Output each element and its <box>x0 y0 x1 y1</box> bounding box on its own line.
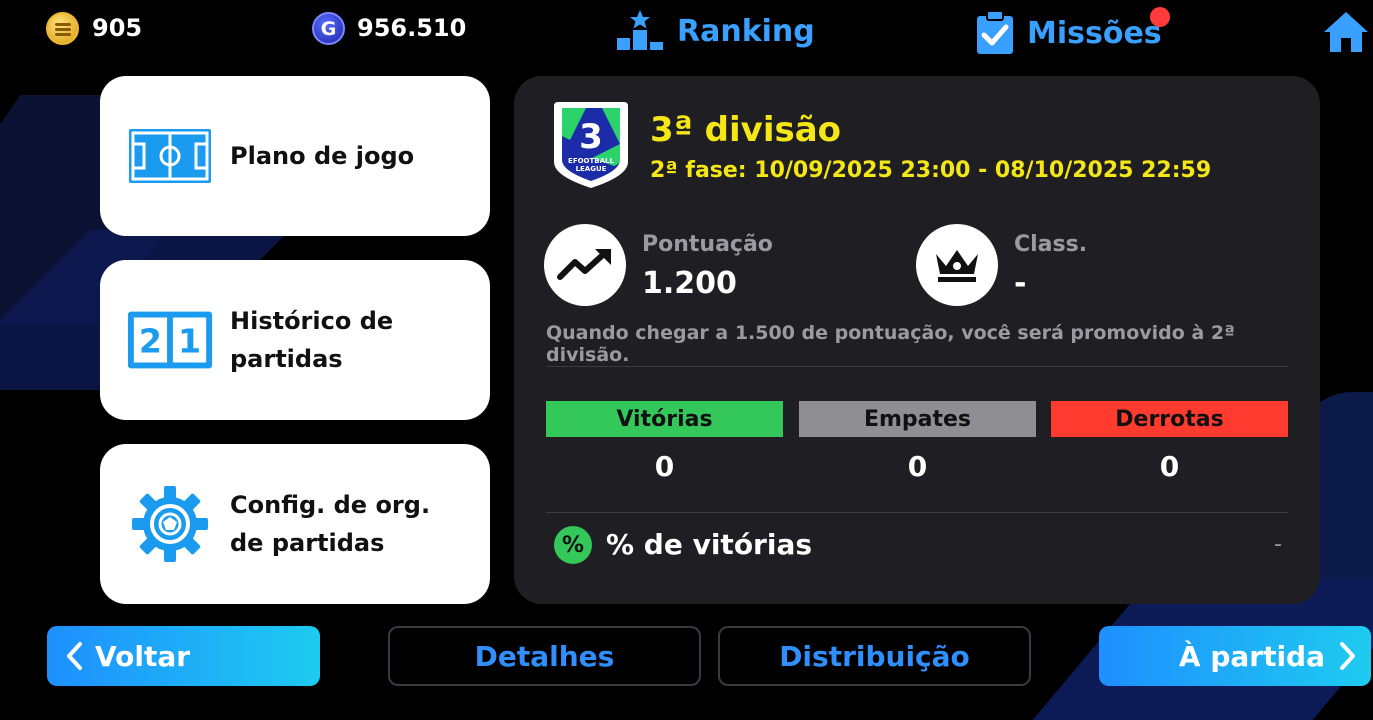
score-value: 1.200 <box>642 266 737 301</box>
win-rate-label: % de vitórias <box>606 528 813 561</box>
ranking-label: Ranking <box>677 13 815 49</box>
missions-label: Missões <box>1027 15 1162 51</box>
menu-item-label: Config. de org. de partidas <box>230 491 431 557</box>
scoreboard-icon: 2 1 <box>126 300 214 380</box>
division-phase: 2ª fase: 10/09/2025 23:00 - 08/10/2025 2… <box>650 158 1212 183</box>
gp-icon: G <box>312 12 345 45</box>
to-match-button[interactable]: À partida <box>1099 626 1371 686</box>
back-button[interactable]: Voltar <box>47 626 320 686</box>
scoreboard-digit: 1 <box>178 322 201 361</box>
distribution-button[interactable]: Distribuição <box>718 626 1031 686</box>
distribution-label: Distribuição <box>779 639 970 673</box>
menu-item-match-history[interactable]: 2 1 Histórico de partidas <box>100 260 490 420</box>
coins-value: 905 <box>92 14 143 42</box>
gp-value: 956.510 <box>357 14 467 42</box>
back-label: Voltar <box>95 639 191 673</box>
menu-item-label: Histórico de partidas <box>230 307 394 373</box>
ranking-button[interactable]: Ranking <box>615 10 815 52</box>
wins-header: Vitórias <box>546 401 783 437</box>
badge-number: 3 <box>579 117 603 157</box>
field-formation-icon <box>126 116 214 196</box>
draws-value: 0 <box>907 450 928 483</box>
crown-icon <box>936 250 978 282</box>
draws-header: Empates <box>799 401 1036 437</box>
svg-text:LEAGUE: LEAGUE <box>576 165 607 173</box>
details-button[interactable]: Detalhes <box>388 626 701 686</box>
chevron-right-icon <box>1340 642 1355 670</box>
scoreboard-digit: 2 <box>139 322 162 361</box>
top-bar: 905 G 956.510 Ranking Missões <box>0 0 1373 62</box>
rank-value: - <box>1014 266 1027 301</box>
clipboard-check-icon <box>977 10 1013 54</box>
home-icon <box>1324 12 1368 52</box>
efootball-league-badge: 3 EFOOTBALL LEAGUE <box>552 100 630 190</box>
losses-header: Derrotas <box>1051 401 1288 437</box>
divider <box>546 512 1288 513</box>
menu-item-game-plan[interactable]: Plano de jogo <box>100 76 490 236</box>
chevron-left-icon <box>67 642 82 670</box>
ranking-icon <box>617 10 663 50</box>
rank-label: Class. <box>1014 232 1088 257</box>
gear-icon <box>126 484 214 564</box>
division-title: 3ª divisão <box>650 110 842 150</box>
missions-button[interactable]: Missões <box>975 10 1162 56</box>
score-label: Pontuação <box>642 232 773 257</box>
efootball-coin-icon <box>46 12 79 45</box>
details-label: Detalhes <box>474 639 615 673</box>
menu-item-label: Plano de jogo <box>230 142 415 170</box>
notification-dot <box>1150 7 1170 27</box>
percent-icon: % <box>554 526 592 564</box>
rank-icon-circle <box>916 224 998 306</box>
score-icon-circle <box>544 224 626 306</box>
menu-item-matchmaking-settings[interactable]: Config. de org. de partidas <box>100 444 490 604</box>
division-panel: 3 EFOOTBALL LEAGUE 3ª divisão 2ª fase: 1… <box>514 76 1320 604</box>
wins-value: 0 <box>654 450 675 483</box>
home-button[interactable] <box>1322 10 1370 54</box>
to-match-label: À partida <box>1178 639 1325 673</box>
losses-value: 0 <box>1159 450 1180 483</box>
win-rate-value: - <box>1274 532 1282 557</box>
divider <box>546 366 1288 367</box>
svg-text:EFOOTBALL: EFOOTBALL <box>568 157 614 165</box>
trending-up-icon <box>557 249 611 280</box>
promotion-note: Quando chegar a 1.500 de pontuação, você… <box>546 322 1235 366</box>
